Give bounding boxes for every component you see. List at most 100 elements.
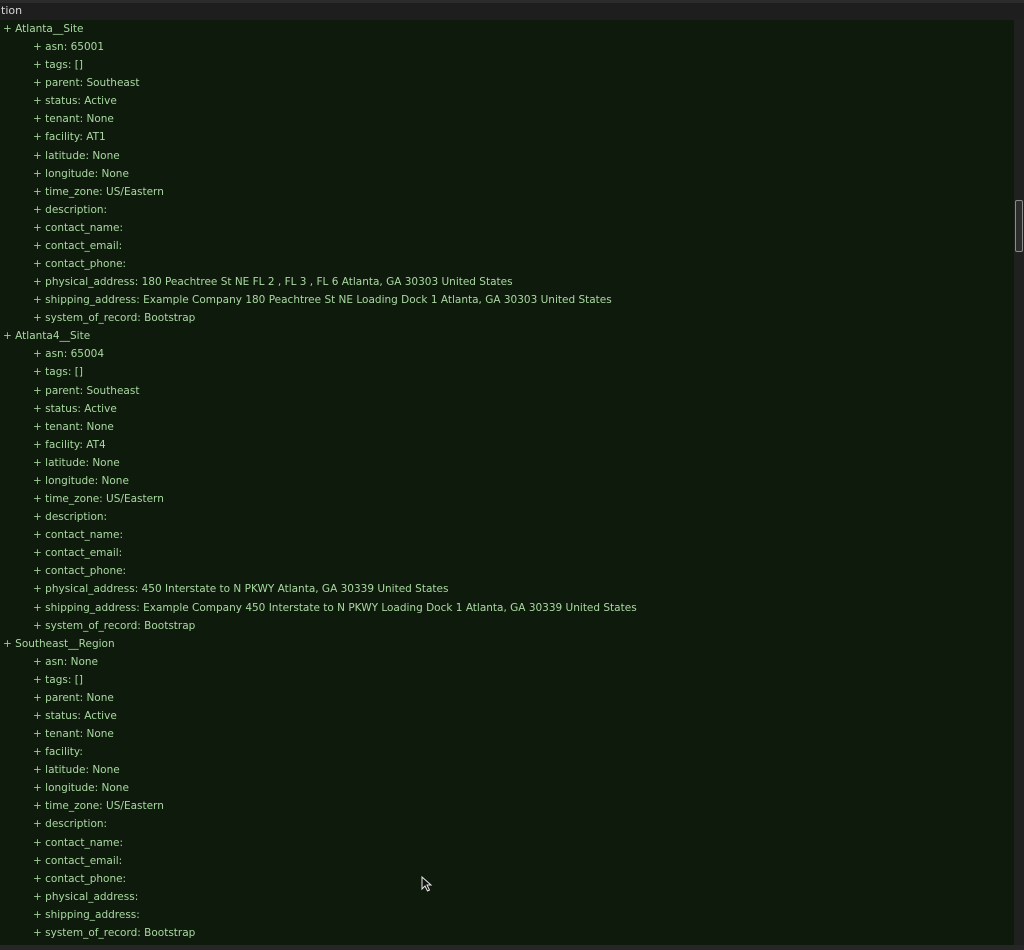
tree-leaf[interactable]: + contact_name: [0,526,1008,544]
plus-icon[interactable]: + [33,439,42,451]
tree-leaf[interactable]: + contact_phone: [0,255,1008,273]
plus-icon[interactable]: + [33,602,42,614]
plus-icon[interactable]: + [33,493,42,505]
tree-leaf[interactable]: + status: Active [0,400,1008,418]
plus-icon[interactable]: + [33,692,42,704]
tree-leaf[interactable]: + tenant: None [0,110,1008,128]
tree-leaf[interactable]: + contact_phone: [0,870,1008,888]
tree-leaf[interactable]: + physical_address: [0,888,1008,906]
tree-leaf[interactable]: + facility: AT1 [0,128,1008,146]
tree-leaf[interactable]: + asn: 65004 [0,345,1008,363]
tree-leaf[interactable]: + shipping_address: [0,906,1008,924]
tree-leaf[interactable]: + tenant: None [0,725,1008,743]
scrollbar-thumb[interactable] [1015,200,1023,252]
plus-icon[interactable]: + [33,728,42,740]
plus-icon[interactable]: + [33,565,42,577]
plus-icon[interactable]: + [33,710,42,722]
plus-icon[interactable]: + [33,818,42,830]
plus-icon[interactable]: + [33,800,42,812]
tree-leaf[interactable]: + parent: Southeast [0,74,1008,92]
plus-icon[interactable]: + [33,41,42,53]
plus-icon[interactable]: + [33,131,42,143]
tree-leaf[interactable]: + time_zone: US/Eastern [0,183,1008,201]
plus-icon[interactable]: + [3,638,12,650]
plus-icon[interactable]: + [33,59,42,71]
tree-leaf[interactable]: + longitude: None [0,472,1008,490]
plus-icon[interactable]: + [33,366,42,378]
plus-icon[interactable]: + [33,113,42,125]
tree-leaf[interactable]: + contact_email: [0,544,1008,562]
plus-icon[interactable]: + [33,276,42,288]
tree-leaf[interactable]: + parent: Southeast [0,382,1008,400]
plus-icon[interactable]: + [33,547,42,559]
tree-leaf[interactable]: + time_zone: US/Eastern [0,797,1008,815]
plus-icon[interactable]: + [33,348,42,360]
plus-icon[interactable]: + [33,95,42,107]
plus-icon[interactable]: + [33,583,42,595]
tree-leaf[interactable]: + contact_name: [0,219,1008,237]
tree-node[interactable]: + Atlanta__Site [0,20,1008,38]
tree-leaf[interactable]: + asn: 65001 [0,38,1008,56]
plus-icon[interactable]: + [33,674,42,686]
plus-icon[interactable]: + [33,186,42,198]
tree-leaf[interactable]: + description: [0,815,1008,833]
tree-leaf[interactable]: + system_of_record: Bootstrap [0,924,1008,942]
tree-leaf[interactable]: + status: Active [0,92,1008,110]
tree-leaf[interactable]: + system_of_record: Bootstrap [0,309,1008,327]
plus-icon[interactable]: + [33,656,42,668]
vertical-scrollbar[interactable] [1014,20,1024,945]
tree-leaf[interactable]: + latitude: None [0,454,1008,472]
tree-leaf[interactable]: + parent: None [0,689,1008,707]
tree-leaf[interactable]: + description: [0,508,1008,526]
tree-leaf[interactable]: + shipping_address: Example Company 180 … [0,291,1008,309]
plus-icon[interactable]: + [33,312,42,324]
plus-icon[interactable]: + [33,77,42,89]
tree-leaf[interactable]: + asn: None [0,653,1008,671]
plus-icon[interactable]: + [33,511,42,523]
tree-leaf[interactable]: + status: Active [0,707,1008,725]
plus-icon[interactable]: + [33,873,42,885]
tree-leaf[interactable]: + physical_address: 180 Peachtree St NE … [0,273,1008,291]
plus-icon[interactable]: + [33,837,42,849]
tree-leaf[interactable]: + system_of_record: Bootstrap [0,617,1008,635]
tree-leaf[interactable]: + shipping_address: Example Company 450 … [0,599,1008,617]
plus-icon[interactable]: + [33,475,42,487]
plus-icon[interactable]: + [33,258,42,270]
tree-leaf[interactable]: + tags: [] [0,671,1008,689]
tree-leaf[interactable]: + description: [0,201,1008,219]
tree-leaf[interactable]: + contact_email: [0,852,1008,870]
tree-leaf[interactable]: + contact_name: [0,834,1008,852]
tree-leaf[interactable]: + facility: [0,743,1008,761]
tree-leaf[interactable]: + latitude: None [0,761,1008,779]
plus-icon[interactable]: + [33,294,42,306]
tree-leaf[interactable]: + contact_email: [0,237,1008,255]
tree-viewer[interactable]: + Atlanta__Site + asn: 65001 + tags: [] + p… [0,20,1018,945]
plus-icon[interactable]: + [33,855,42,867]
tab-title[interactable]: tion [0,3,22,19]
tree-leaf[interactable]: + physical_address: 450 Interstate to N … [0,580,1008,598]
plus-icon[interactable]: + [33,421,42,433]
plus-icon[interactable]: + [33,403,42,415]
plus-icon[interactable]: + [3,23,12,35]
plus-icon[interactable]: + [33,746,42,758]
tree-leaf[interactable]: + longitude: None [0,165,1008,183]
tree-leaf[interactable]: + contact_phone: [0,562,1008,580]
tree-node[interactable]: + Southeast__Region [0,635,1008,653]
plus-icon[interactable]: + [33,222,42,234]
tree-leaf[interactable]: + tenant: None [0,418,1008,436]
tree-leaf[interactable]: + latitude: None [0,147,1008,165]
tree-leaf[interactable]: + tags: [] [0,363,1008,381]
tree-leaf[interactable]: + longitude: None [0,779,1008,797]
plus-icon[interactable]: + [33,909,42,921]
plus-icon[interactable]: + [33,620,42,632]
plus-icon[interactable]: + [33,891,42,903]
plus-icon[interactable]: + [33,457,42,469]
tree-leaf[interactable]: + facility: AT4 [0,436,1008,454]
plus-icon[interactable]: + [33,168,42,180]
tree-leaf[interactable]: + tags: [] [0,56,1008,74]
plus-icon[interactable]: + [33,204,42,216]
plus-icon[interactable]: + [33,764,42,776]
plus-icon[interactable]: + [33,927,42,939]
plus-icon[interactable]: + [33,529,42,541]
plus-icon[interactable]: + [33,240,42,252]
